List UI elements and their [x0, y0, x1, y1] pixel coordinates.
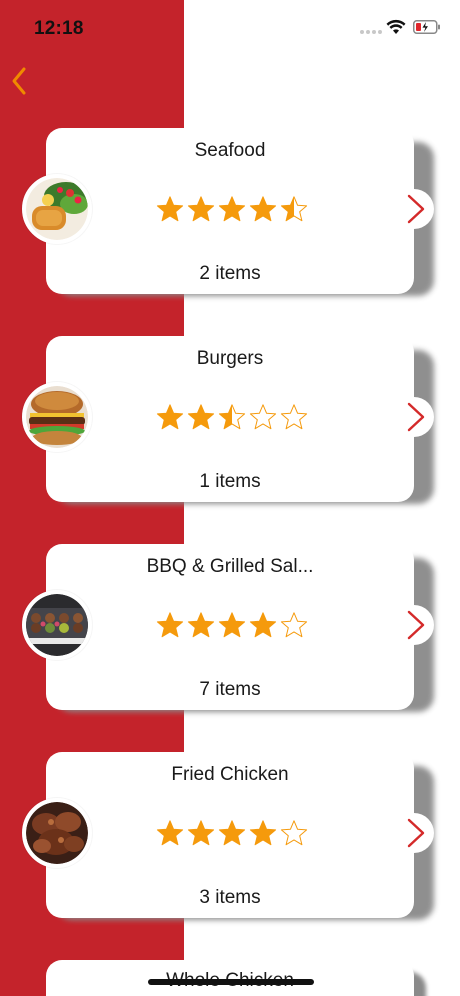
star-full-icon [218, 820, 246, 846]
chevron-right-icon [407, 194, 425, 224]
category-name: Seafood [194, 140, 266, 161]
star-rating [156, 819, 316, 847]
star-rating [156, 403, 316, 431]
star-full-icon [249, 196, 277, 222]
category-card[interactable]: BBQ & Grilled Sal... 7 items [22, 544, 434, 712]
star-full-icon [218, 612, 246, 638]
star-full-icon [218, 196, 246, 222]
category-name: Burgers [196, 348, 264, 369]
cellular-signal-icon [360, 30, 382, 36]
item-count: 1 items [199, 471, 261, 492]
status-time: 12:18 [34, 18, 84, 39]
category-image [22, 382, 92, 452]
star-full-icon [156, 820, 184, 846]
chevron-right-icon [407, 402, 425, 432]
chevron-right-icon [407, 818, 425, 848]
category-card-body[interactable]: Seafood 2 items [46, 128, 414, 294]
star-empty-icon [249, 404, 277, 430]
item-count: 3 items [199, 887, 261, 908]
category-image [22, 174, 92, 244]
category-card-body[interactable]: Fried Chicken 3 items [46, 752, 414, 918]
star-half-icon [280, 196, 308, 222]
star-rating [156, 611, 316, 639]
chevron-right-icon [407, 610, 425, 640]
category-card[interactable]: Fried Chicken 3 items [22, 752, 434, 920]
star-empty-icon [280, 612, 308, 638]
star-full-icon [249, 820, 277, 846]
wifi-icon [386, 19, 406, 34]
star-full-icon [249, 612, 277, 638]
item-count: 7 items [199, 679, 261, 700]
star-full-icon [187, 404, 215, 430]
battery-charging-icon [413, 20, 440, 34]
star-empty-icon [280, 404, 308, 430]
home-indicator [148, 979, 314, 985]
chevron-left-icon [12, 67, 26, 95]
category-card[interactable]: Whole Chicken [46, 960, 414, 996]
star-rating [156, 195, 316, 223]
status-bar: 12:18 [0, 0, 460, 56]
category-card[interactable]: Burgers 1 items [22, 336, 434, 504]
category-name: BBQ & Grilled Sal... [146, 556, 314, 577]
category-card[interactable]: Seafood 2 items [22, 128, 434, 296]
star-half-icon [218, 404, 246, 430]
star-empty-icon [280, 820, 308, 846]
category-image [22, 590, 92, 660]
star-full-icon [187, 820, 215, 846]
star-full-icon [156, 196, 184, 222]
star-full-icon [156, 612, 184, 638]
item-count: 2 items [199, 263, 261, 284]
category-card-body[interactable]: BBQ & Grilled Sal... 7 items [46, 544, 414, 710]
category-name: Fried Chicken [171, 764, 289, 785]
star-full-icon [187, 612, 215, 638]
category-card-body[interactable]: Burgers 1 items [46, 336, 414, 502]
star-full-icon [156, 404, 184, 430]
category-image [22, 798, 92, 868]
star-full-icon [187, 196, 215, 222]
back-button[interactable] [6, 62, 36, 98]
